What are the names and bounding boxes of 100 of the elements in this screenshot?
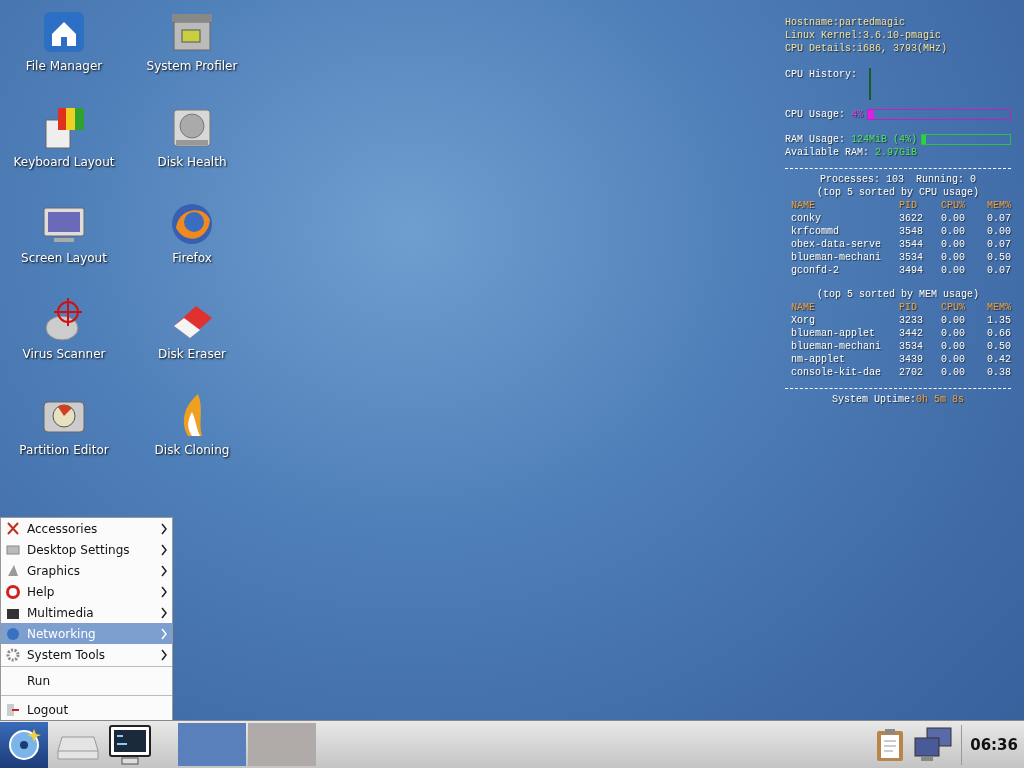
uptime-value: 0h 5m 8s	[916, 393, 964, 406]
table-title: (top 5 sorted by MEM usage)	[817, 288, 979, 301]
table-cell-text: 0.00	[941, 225, 966, 238]
clipboard-icon[interactable]	[875, 727, 906, 762]
menu-item[interactable]: Run	[1, 668, 172, 694]
info-label: CPU Details:	[785, 42, 857, 55]
cpu-usage-value: 4%	[851, 108, 864, 121]
table-title: (top 5 sorted by CPU usage)	[817, 186, 979, 199]
desktop-icon-label[interactable]: Firefox	[172, 251, 212, 265]
column-header: PID	[899, 199, 918, 212]
menu-item[interactable]: System Tools	[1, 644, 172, 665]
chevron-right-icon	[160, 543, 168, 556]
table-cell-text: console-kit-dae	[791, 366, 882, 379]
clock[interactable]: 06:36	[970, 735, 1018, 754]
column-header: CPU%	[941, 301, 966, 314]
table-cell-text: 3494	[899, 264, 924, 277]
table-cell-text: 0.00	[941, 264, 966, 277]
desktop-icon-label[interactable]: System Profiler	[146, 59, 238, 73]
table-cell-text: 0.38	[986, 366, 1011, 379]
chevron-right-icon	[160, 564, 168, 577]
column-header: MEM%	[986, 301, 1011, 314]
desktop-icon-label[interactable]: Keyboard Layout	[13, 155, 115, 169]
table-cell-text: blueman-mechani	[791, 251, 882, 264]
menu-item[interactable]: Help	[1, 581, 172, 602]
desktop-icon-label[interactable]: Partition Editor	[19, 443, 109, 457]
table-cell-text: nm-applet	[791, 353, 846, 366]
available-ram-label: Available RAM:	[785, 146, 869, 159]
terminal-icon[interactable]	[108, 723, 152, 766]
table-cell-text: 3439	[899, 353, 924, 366]
chevron-right-icon	[160, 627, 168, 640]
table-cell-text: 0.00	[941, 251, 966, 264]
table-cell-text: 0.07	[986, 212, 1011, 225]
table-cell-text: Xorg	[791, 314, 816, 327]
desktop-icon-label[interactable]: Virus Scanner	[22, 347, 106, 361]
table-cell-text: 0.07	[986, 238, 1011, 251]
uptime-label: System Uptime:	[832, 393, 916, 406]
menu-item[interactable]: Desktop Settings	[1, 539, 172, 560]
table-cell-text: 0.66	[986, 327, 1011, 340]
desktop-icon-label[interactable]: Disk Cloning	[154, 443, 230, 457]
processes-summary: Processes: 103 Running: 0	[820, 173, 976, 186]
table-cell-text: 3442	[899, 327, 924, 340]
cpu-usage-label: CPU Usage:	[785, 108, 845, 121]
ram-usage-label: RAM Usage:	[785, 133, 845, 146]
menu-item[interactable]: Accessories	[1, 518, 172, 539]
table-cell-text: 0.00	[941, 314, 966, 327]
desktop-icon-label[interactable]: Screen Layout	[21, 251, 107, 265]
table-cell-text: 3534	[899, 251, 924, 264]
table-cell-text: 3233	[899, 314, 924, 327]
desktop-icon-label[interactable]: File Manager	[25, 59, 103, 73]
table-cell-text: 3622	[899, 212, 924, 225]
table-cell-text: 3544	[899, 238, 924, 251]
chevron-right-icon	[160, 606, 168, 619]
desktop-icon-label[interactable]: Disk Eraser	[158, 347, 226, 361]
menu-item[interactable]: Logout	[1, 697, 172, 723]
chevron-right-icon	[160, 648, 168, 661]
info-label: Linux Kernel:	[785, 29, 863, 42]
cpu-history-label: CPU History:	[785, 68, 857, 81]
info-value: 3.6.10-pmagic	[863, 29, 942, 42]
exit-icon	[6, 703, 20, 717]
table-cell-text: blueman-mechani	[791, 340, 882, 353]
desktop-icon-label[interactable]: Disk Health	[157, 155, 227, 169]
table-cell-text: 0.50	[986, 251, 1011, 264]
info-label: Hostname:	[785, 16, 839, 29]
table-cell-text: 0.07	[986, 264, 1011, 277]
table-cell-text: 3548	[899, 225, 924, 238]
table-cell-text: 0.00	[941, 340, 966, 353]
available-ram-value: 2.97GiB	[875, 146, 918, 159]
ram-usage-value: 124MiB (4%)	[851, 133, 918, 146]
globe-icon	[6, 626, 20, 641]
column-header: PID	[899, 301, 918, 314]
table-cell-text: obex-data-serve	[791, 238, 882, 251]
network-computers-icon[interactable]	[913, 725, 954, 764]
menu-item[interactable]: Multimedia	[1, 602, 172, 623]
column-header: NAME	[791, 301, 816, 314]
column-header: CPU%	[941, 199, 966, 212]
menu-item[interactable]: Graphics	[1, 560, 172, 581]
column-header: MEM%	[986, 199, 1011, 212]
table-cell-text: 0.00	[941, 327, 966, 340]
gear-icon	[6, 647, 20, 662]
table-cell-text: 0.42	[986, 353, 1011, 366]
table-cell-text: 1.35	[986, 314, 1011, 327]
start-menu-button[interactable]	[0, 721, 48, 768]
info-value: partedmagic	[839, 16, 906, 29]
table-cell-text: 0.00	[986, 225, 1011, 238]
table-cell-text: blueman-applet	[791, 327, 876, 340]
chevron-right-icon	[160, 522, 168, 535]
table-cell-text: 0.00	[941, 238, 966, 251]
table-cell-text: 0.00	[941, 366, 966, 379]
panel-icon	[6, 542, 20, 557]
table-cell-text: 3534	[899, 340, 924, 353]
table-cell-text: 0.00	[941, 353, 966, 366]
lifebuoy-icon	[6, 584, 20, 599]
info-value: i686, 3793(MHz)	[857, 42, 948, 55]
table-cell-text: conky	[791, 212, 822, 225]
menu-item[interactable]: Networking	[1, 623, 172, 644]
triangle-ruler-icon	[6, 563, 20, 578]
table-cell-text: krfcommd	[791, 225, 840, 238]
chevron-right-icon	[160, 585, 168, 598]
table-cell-text: 2702	[899, 366, 924, 379]
table-cell-text: 0.50	[986, 340, 1011, 353]
